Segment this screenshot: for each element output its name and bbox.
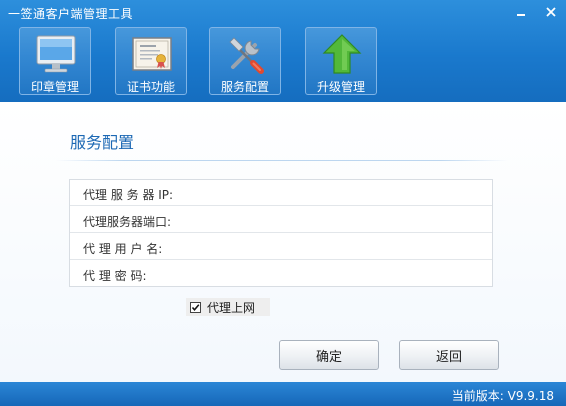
section-title: 服务配置 bbox=[70, 133, 135, 152]
confirm-button[interactable]: 确定 bbox=[279, 340, 379, 370]
tool-service-config[interactable]: 服务配置 bbox=[209, 27, 281, 95]
proxy-internet-label: 代理上网 bbox=[207, 300, 256, 315]
tool-seal-management[interactable]: 印章管理 bbox=[19, 27, 91, 95]
certificate-icon bbox=[132, 37, 172, 71]
proxy-ip-input[interactable] bbox=[194, 182, 484, 203]
minimize-button[interactable] bbox=[506, 0, 536, 24]
proxy-username-label: 代 理 用 户 名: bbox=[83, 242, 163, 256]
main-content: 服务配置 代理 服 务 器 IP: 代理服务器端口: 代 理 用 户 名: 代 … bbox=[0, 102, 566, 382]
window-title: 一签通客户端管理工具 bbox=[8, 7, 134, 21]
proxy-password-input[interactable] bbox=[194, 263, 484, 284]
up-arrow-icon bbox=[322, 34, 362, 74]
form-row-proxy-ip: 代理 服 务 器 IP: bbox=[70, 180, 492, 206]
wrench-screwdriver-icon bbox=[229, 37, 264, 74]
proxy-password-label: 代 理 密 码: bbox=[83, 269, 147, 283]
checkbox-box[interactable] bbox=[190, 301, 201, 313]
checkmark-icon bbox=[191, 303, 200, 311]
tool-label: 服务配置 bbox=[220, 80, 269, 94]
tool-label: 升级管理 bbox=[316, 80, 365, 94]
tool-upgrade[interactable]: 升级管理 bbox=[305, 27, 377, 95]
form-row-proxy-port: 代理服务器端口: bbox=[70, 207, 492, 233]
close-button[interactable] bbox=[536, 0, 566, 24]
proxy-username-input[interactable] bbox=[194, 236, 484, 257]
monitor-icon bbox=[36, 35, 76, 73]
proxy-port-label: 代理服务器端口: bbox=[83, 215, 172, 229]
proxy-form: 代理 服 务 器 IP: 代理服务器端口: 代 理 用 户 名: 代 理 密 码… bbox=[69, 179, 493, 287]
tool-label: 证书功能 bbox=[126, 80, 175, 94]
back-button[interactable]: 返回 bbox=[399, 340, 499, 370]
status-bar: 当前版本: V9.9.18 bbox=[0, 382, 566, 406]
tool-label: 印章管理 bbox=[30, 80, 79, 94]
section-divider bbox=[56, 160, 508, 161]
form-row-proxy-user: 代 理 用 户 名: bbox=[70, 234, 492, 260]
minimize-icon bbox=[517, 14, 525, 16]
proxy-internet-checkbox[interactable]: 代理上网 bbox=[186, 298, 270, 316]
proxy-ip-label: 代理 服 务 器 IP: bbox=[83, 188, 174, 202]
proxy-port-input[interactable] bbox=[194, 209, 484, 230]
close-icon bbox=[546, 7, 556, 17]
tool-certificate[interactable]: 证书功能 bbox=[115, 27, 187, 95]
app-window: 一签通客户端管理工具 印章管理 证书功能 服务配置 升级管理 服务配置 代理 服… bbox=[0, 0, 566, 406]
form-row-proxy-password: 代 理 密 码: bbox=[70, 261, 492, 287]
version-text: 当前版本: V9.9.18 bbox=[451, 389, 554, 403]
header: 一签通客户端管理工具 印章管理 证书功能 服务配置 升级管理 bbox=[0, 0, 566, 102]
